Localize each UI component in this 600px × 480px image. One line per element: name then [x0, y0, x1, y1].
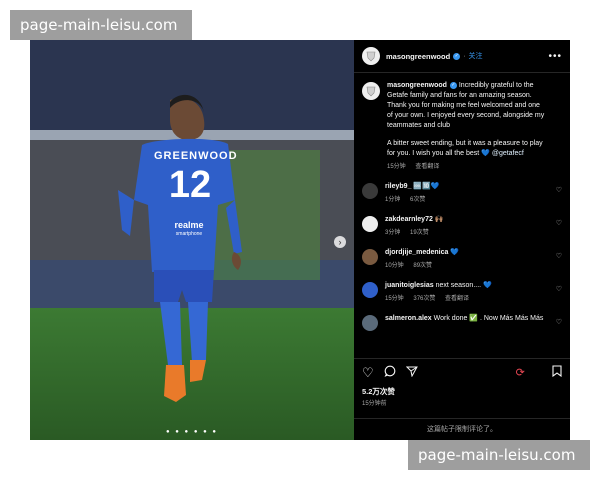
comment-heart-icon[interactable]: ♡	[556, 252, 562, 260]
comment-text: rileyb9_ 🆒🔟💙 1分钟 6次赞	[385, 182, 545, 205]
comment-heart-icon[interactable]: ♡	[556, 186, 562, 194]
mention-link[interactable]: @getafecf	[492, 150, 524, 157]
comment-username[interactable]: salmeron.alex	[385, 315, 432, 322]
comment-likes[interactable]: 6次赞	[410, 197, 425, 203]
comment-body: next season.... 💙	[435, 282, 492, 289]
crest-icon	[366, 86, 376, 97]
blue-heart-emoji: 💙	[481, 150, 490, 157]
comment-likes[interactable]: 19次赞	[410, 230, 429, 236]
comment-meta: 3分钟 19次赞	[385, 228, 545, 238]
next-image-button[interactable]: ›	[334, 236, 346, 248]
comment-heart-icon[interactable]: ♡	[556, 219, 562, 227]
follow-button[interactable]: 关注	[469, 51, 483, 61]
verified-icon: ✓	[453, 52, 461, 60]
comment-body: 🙌🏽	[434, 216, 444, 223]
comment-time: 10分钟	[385, 263, 404, 269]
verified-icon: ✓	[449, 81, 457, 89]
avatar[interactable]	[362, 47, 380, 65]
watermark-top: page-main-leisu.com	[10, 10, 192, 40]
comment-heart-icon[interactable]: ♡	[556, 285, 562, 293]
watermark-bottom: page-main-leisu.com	[408, 440, 590, 470]
instagram-post: GREENWOOD 12 realme smartphone › ● ● ● ●…	[30, 40, 570, 440]
comment-username[interactable]: rileyb9_	[385, 183, 411, 190]
bookmark-shape-icon	[552, 365, 562, 378]
post-time: 15分钟前	[362, 401, 387, 407]
comment-body: 💙	[450, 249, 460, 256]
comment-text: juanitoiglesias next season.... 💙 15分钟 3…	[385, 281, 545, 304]
comment-item: juanitoiglesias next season.... 💙 15分钟 3…	[354, 281, 570, 304]
comment-item: rileyb9_ 🆒🔟💙 1分钟 6次赞 ♡	[354, 182, 570, 205]
comment-item: djordjije_medenica 💙 10分钟 89次赞 ♡	[354, 248, 570, 271]
comment-time: 1分钟	[385, 197, 401, 203]
caption-meta: 15分钟 查看翻译	[387, 162, 547, 172]
crest-icon	[366, 51, 376, 62]
bookmark-icon[interactable]	[552, 365, 562, 380]
comment-icon[interactable]	[384, 365, 396, 380]
separator: ·	[463, 52, 466, 60]
comment-time: 15分钟	[385, 296, 404, 302]
jersey-number: 12	[168, 164, 212, 206]
comment-meta: 1分钟 6次赞	[385, 195, 545, 205]
avatar[interactable]	[362, 315, 378, 331]
jersey-name: GREENWOOD	[154, 150, 238, 162]
comment-time: 3分钟	[385, 230, 401, 236]
comments-limited-notice: 这篇帖子限制评论了。	[354, 418, 570, 441]
comment-heart-icon[interactable]: ♡	[556, 318, 562, 326]
photo-artwork	[30, 40, 354, 440]
comment-likes[interactable]: 89次赞	[413, 263, 432, 269]
likes-count[interactable]: 5.2万次赞	[362, 386, 395, 397]
comment-username[interactable]: djordjije_medenica	[385, 249, 448, 256]
comment-text: salmeron.alex Work done ✅ . Now Más Más …	[385, 314, 545, 331]
paper-plane-icon	[405, 366, 418, 378]
comment-text: djordjije_medenica 💙 10分钟 89次赞	[385, 248, 545, 271]
refresh-icon[interactable]: ⟳	[516, 366, 525, 379]
see-translation-link[interactable]: 查看翻译	[415, 164, 439, 170]
avatar[interactable]	[362, 82, 380, 100]
caption-paragraph-1: Incredibly grateful to the Getafe family…	[387, 82, 545, 129]
post-photo[interactable]: GREENWOOD 12 realme smartphone › ● ● ● ●…	[30, 40, 354, 440]
post-username[interactable]: masongreenwood	[386, 52, 450, 61]
like-icon[interactable]: ♡	[362, 365, 374, 381]
comment-username[interactable]: zakdearnley72	[385, 216, 433, 223]
jersey-sponsor-sub: smartphone	[175, 231, 203, 237]
comment-likes[interactable]: 376次赞	[413, 296, 435, 302]
comment-body: 🆒🔟💙	[413, 183, 440, 190]
comment-item: zakdearnley72 🙌🏽 3分钟 19次赞 ♡	[354, 215, 570, 238]
avatar[interactable]	[362, 249, 378, 265]
comment-text: zakdearnley72 🙌🏽 3分钟 19次赞	[385, 215, 545, 238]
avatar[interactable]	[362, 216, 378, 232]
jersey-sponsor: realme	[174, 220, 204, 230]
post-header: masongreenwood ✓ · 关注 •••	[354, 40, 570, 73]
more-options-icon[interactable]: •••	[548, 51, 562, 62]
comment-meta: 10分钟 89次赞	[385, 261, 545, 271]
comment-item: salmeron.alex Work done ✅ . Now Más Más …	[354, 314, 570, 331]
caption-username[interactable]: masongreenwood	[387, 82, 447, 89]
see-translation-link[interactable]: 查看翻译	[445, 296, 469, 302]
caption-text: masongreenwood ✓ Incredibly grateful to t…	[387, 81, 547, 172]
caption-time: 15分钟	[387, 164, 406, 170]
comment-bubble-icon	[384, 365, 396, 377]
avatar[interactable]	[362, 183, 378, 199]
comment-username[interactable]: juanitoiglesias	[385, 282, 434, 289]
comment-body: Work done ✅ . Now Más Más Más	[433, 315, 544, 322]
caption: masongreenwood ✓ Incredibly grateful to t…	[354, 81, 570, 172]
carousel-dots: ● ● ● ● ● ●	[165, 429, 219, 435]
comment-meta: 15分钟 376次赞 查看翻译	[385, 294, 545, 304]
action-bar: ♡ ⟳	[354, 358, 570, 386]
post-sidebar: masongreenwood ✓ · 关注 ••• masongreenwood…	[354, 40, 570, 440]
avatar[interactable]	[362, 282, 378, 298]
share-icon[interactable]	[405, 365, 418, 380]
